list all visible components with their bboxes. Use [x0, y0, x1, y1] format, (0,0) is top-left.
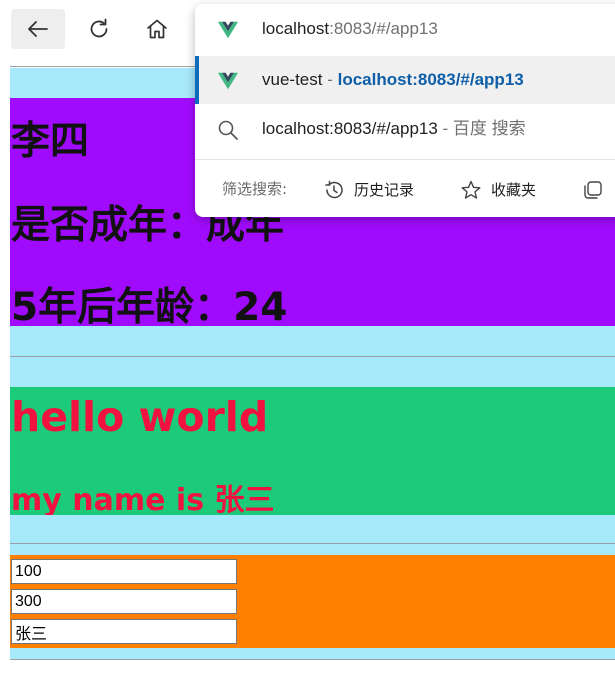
vue-logo-icon — [217, 21, 239, 39]
filter-favorites-button[interactable]: 收藏夹 — [460, 162, 536, 217]
filter-history-label: 历史记录 — [354, 181, 415, 199]
second-number-input[interactable] — [11, 589, 237, 614]
first-number-input[interactable] — [11, 559, 237, 584]
cyan-band — [10, 515, 615, 543]
tabs-icon — [584, 180, 602, 199]
my-name-heading: my name is 张三 — [11, 483, 275, 518]
person-name: 李四 — [11, 119, 90, 164]
suggestion-url-text: localhost:8083/#/app13 — [262, 19, 438, 38]
divider — [10, 659, 615, 660]
reload-button[interactable] — [72, 9, 126, 49]
future-age: 5年后年龄：24 — [11, 285, 288, 330]
home-icon — [147, 19, 167, 39]
cyan-band — [10, 357, 615, 387]
reload-icon — [90, 18, 108, 38]
dropdown-divider — [195, 159, 615, 160]
history-icon — [325, 180, 343, 198]
suggestion-search-text: localhost:8083/#/app13 - 百度 搜索 — [262, 119, 526, 138]
search-icon — [218, 120, 238, 140]
suggestion-bookmark-text: vue-test - localhost:8083/#/app13 — [262, 70, 524, 89]
inputs-section — [10, 555, 615, 648]
filter-label: 筛选搜索: — [222, 180, 288, 198]
suggestion-url[interactable]: localhost:8083/#/app13 — [195, 5, 615, 53]
filter-tabs-button[interactable] — [582, 162, 613, 217]
star-icon — [461, 180, 481, 199]
cyan-band — [10, 544, 615, 555]
arrow-left-icon — [28, 21, 48, 37]
hello-heading: hello world — [11, 393, 269, 441]
filter-favorites-label: 收藏夹 — [491, 181, 537, 199]
cyan-band — [10, 326, 615, 356]
search-filter-row: 筛选搜索: 历史记录 收藏夹 — [195, 162, 615, 217]
name-input[interactable] — [11, 619, 237, 644]
back-button[interactable] — [11, 9, 65, 49]
greeting-section: hello world my name is 张三 — [10, 387, 615, 518]
cyan-band — [10, 648, 615, 659]
suggestion-bookmark[interactable]: vue-test - localhost:8083/#/app13 — [195, 56, 615, 104]
filter-history-button[interactable]: 历史记录 — [323, 162, 414, 217]
suggestion-search[interactable]: localhost:8083/#/app13 - 百度 搜索 — [195, 105, 615, 153]
vue-logo-icon — [217, 72, 239, 90]
home-button[interactable] — [130, 9, 184, 49]
omnibox-dropdown: localhost:8083/#/app13 vue-test - localh… — [195, 4, 615, 217]
